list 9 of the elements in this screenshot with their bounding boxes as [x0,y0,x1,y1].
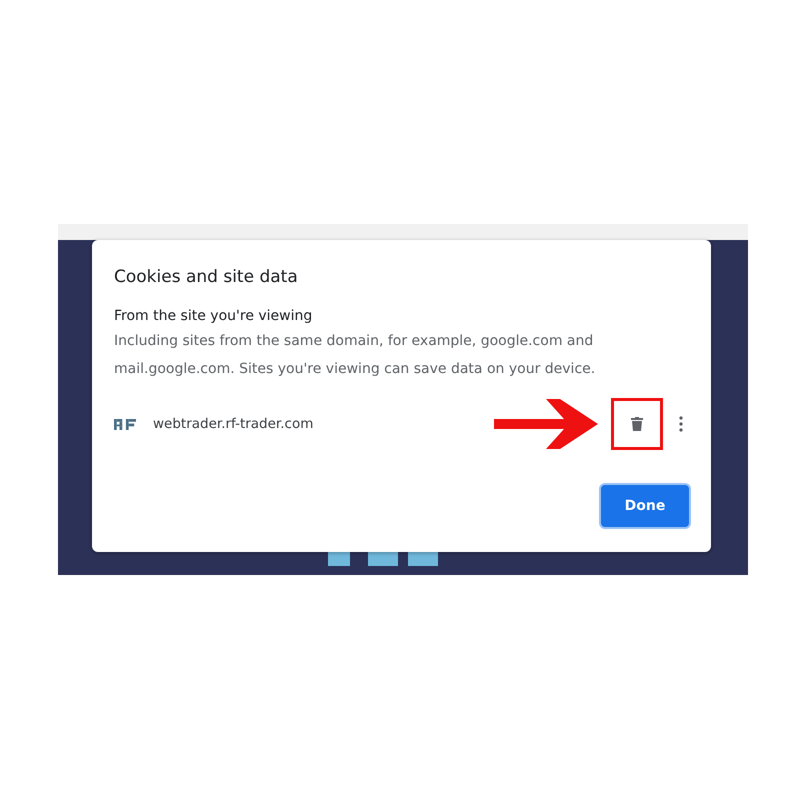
delete-button[interactable] [611,398,663,450]
dialog-title: Cookies and site data [114,266,299,288]
site-domain: webtrader.rf-trader.com [153,416,314,432]
site-favicon-icon [114,418,136,430]
trash-icon [631,417,643,431]
section-heading: From the site you're viewing [114,307,314,326]
more-icon [679,416,683,432]
section-description: Including sites from the same domain, for example, google.com and mail.google.com. Sites you're viewing can save data on your device. [114,332,596,379]
done-button[interactable]: Done [601,485,689,527]
